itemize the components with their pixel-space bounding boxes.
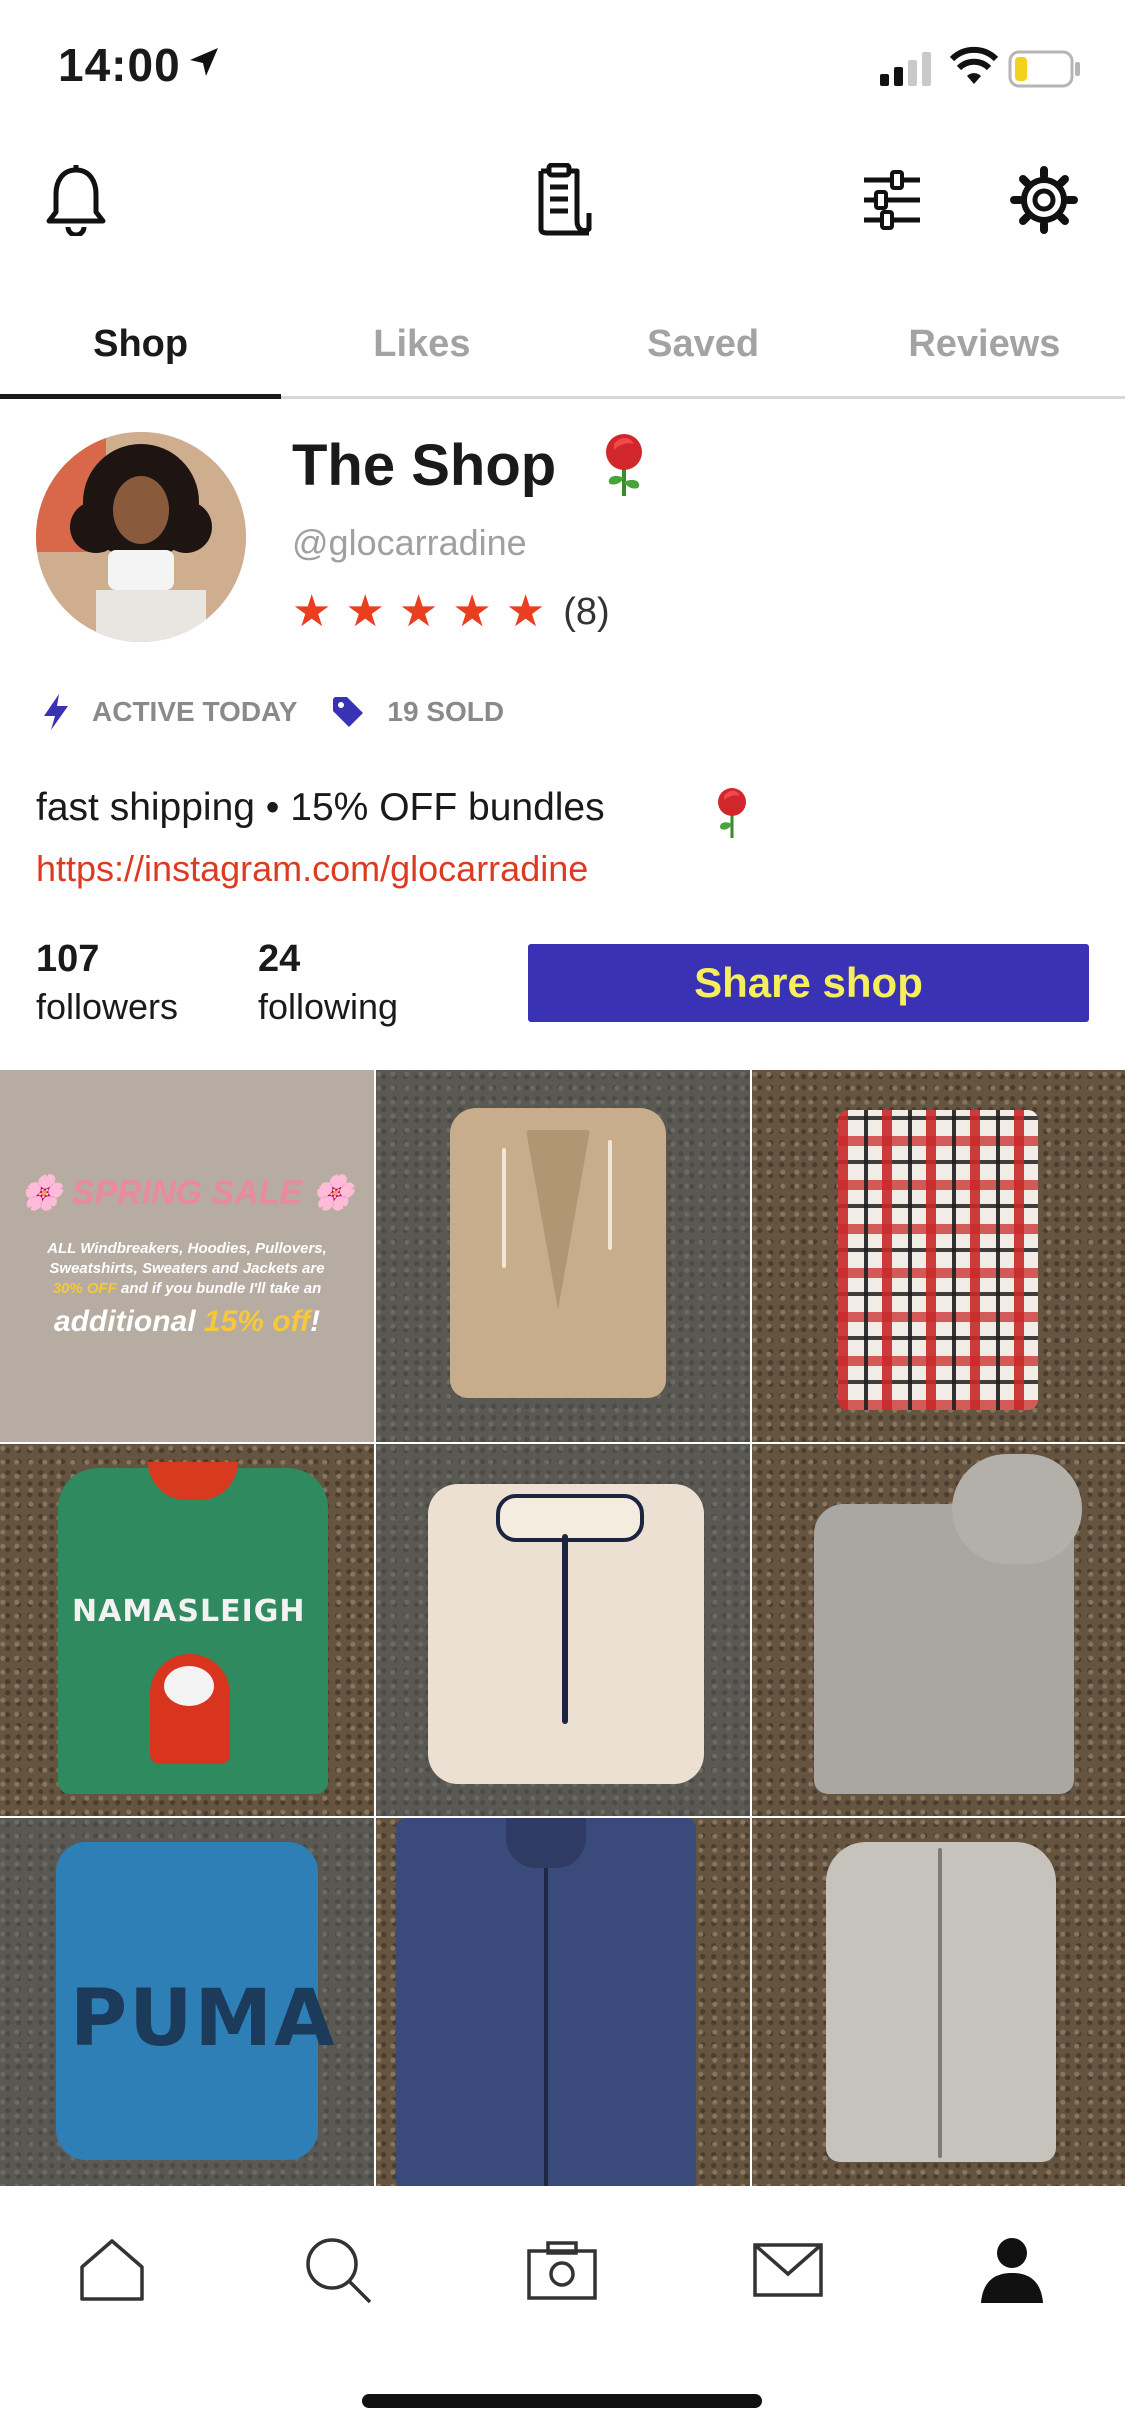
notifications-bell-icon[interactable] [36, 160, 116, 240]
shop-bio: fast shipping • 15% OFF bundles [36, 786, 605, 829]
shop-meta: ACTIVE TODAY 19 SOLD [40, 692, 504, 732]
tab-saved[interactable]: Saved [563, 292, 844, 396]
share-shop-button[interactable]: Share shop [528, 944, 1089, 1022]
sold-count: 19 SOLD [387, 696, 505, 727]
home-icon[interactable] [72, 2230, 152, 2310]
shop-name: The Shop [292, 433, 557, 498]
followers-count[interactable]: 107 [36, 938, 99, 981]
camera-icon[interactable] [522, 2230, 602, 2310]
star-icon: ★ [398, 587, 439, 636]
home-indicator[interactable] [362, 2394, 762, 2408]
rose-icon [606, 434, 642, 496]
listing-navy-windbreaker[interactable] [376, 1818, 750, 2186]
listing-tan-waffle-hoodie[interactable] [376, 1070, 750, 1442]
tab-shop[interactable]: Shop [0, 292, 282, 399]
filter-sliders-icon[interactable] [852, 160, 932, 240]
settings-gear-icon[interactable] [1004, 160, 1084, 240]
active-status: ACTIVE TODAY [92, 696, 298, 727]
promo-line-3: 30% OFF and if you bundle I'll take an [52, 1280, 322, 1297]
receipt-list-icon[interactable] [522, 160, 602, 240]
listing-namasleigh-sweater[interactable]: NAMASLEIGH [0, 1444, 374, 1816]
profile-icon[interactable] [972, 2230, 1052, 2310]
search-icon[interactable] [298, 2230, 378, 2310]
instagram-link[interactable]: https://instagram.com/glocarradine [36, 848, 588, 890]
profile-tabs: Shop Likes Saved Reviews [0, 292, 1125, 399]
following-label[interactable]: following [258, 986, 398, 1028]
wifi-icon [950, 46, 998, 84]
status-time: 14:00 [58, 39, 181, 91]
avatar[interactable] [36, 432, 246, 642]
hoodie-text: PUMA [70, 1974, 337, 2064]
promo-discount: additional 15% off! [53, 1305, 321, 1338]
spring-sale-listing[interactable]: 🌸 SPRING SALE 🌸 ALL Windbreakers, Hoodie… [0, 1070, 374, 1442]
promo-line-1: ALL Windbreakers, Hoodies, Pullovers, [47, 1240, 327, 1257]
tab-likes[interactable]: Likes [281, 292, 562, 396]
promo-line-2: Sweatshirts, Sweaters and Jackets are [49, 1260, 325, 1277]
listing-grid: 🌸 SPRING SALE 🌸 ALL Windbreakers, Hoodie… [0, 1070, 1125, 2186]
shop-handle: @glocarradine [292, 522, 527, 563]
listing-plaid-flannel-shirt[interactable] [752, 1070, 1125, 1442]
listing-grey-columbia-fleece[interactable] [752, 1818, 1125, 2186]
promo-title: 🌸 SPRING SALE 🌸 [19, 1174, 355, 1212]
listing-grey-adidas-hoodie[interactable] [752, 1444, 1125, 1816]
battery-icon [1008, 50, 1080, 88]
price-tag-icon [333, 697, 364, 727]
listing-pink-sherpa-pullover[interactable] [376, 1444, 750, 1816]
followers-label[interactable]: followers [36, 986, 178, 1028]
messages-envelope-icon[interactable] [748, 2230, 828, 2310]
location-arrow-icon [190, 48, 218, 76]
rating-stars[interactable]: ★ ★ ★ ★ ★ (8) [292, 586, 610, 638]
cellular-signal-icon [880, 52, 931, 86]
tab-reviews[interactable]: Reviews [844, 292, 1125, 396]
lightning-bolt-icon [44, 694, 68, 730]
star-icon: ★ [345, 587, 385, 636]
star-icon: ★ [505, 587, 546, 636]
following-count[interactable]: 24 [258, 938, 300, 981]
sweater-text: NAMASLEIGH [72, 1594, 306, 1629]
star-icon: ★ [292, 587, 332, 636]
star-icon: ★ [452, 587, 492, 636]
listing-blue-puma-hoodie[interactable]: PUMA [0, 1818, 374, 2186]
review-count: (8) [563, 590, 610, 633]
rose-icon [718, 788, 746, 838]
